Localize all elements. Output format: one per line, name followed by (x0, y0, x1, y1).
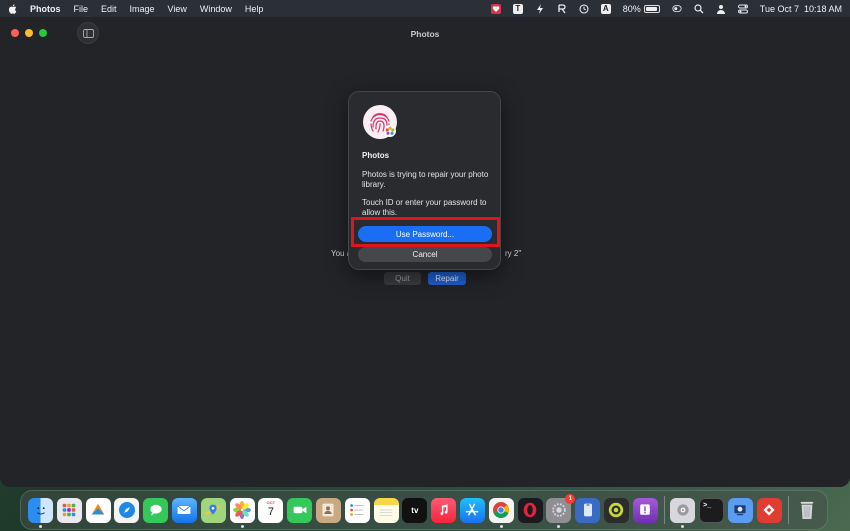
globe-app-icon (609, 502, 624, 518)
dialog-title: Photos (362, 151, 390, 160)
notification-badge: 1 (565, 493, 576, 504)
cancel-button[interactable]: Cancel (358, 247, 492, 262)
menu-app-name[interactable]: Photos (30, 4, 61, 14)
menu-image[interactable]: Image (130, 4, 155, 14)
bolt-app-icon[interactable] (535, 3, 545, 14)
dock-app-store[interactable] (459, 497, 485, 523)
user-icon[interactable] (716, 4, 726, 14)
photos-app-icon (384, 125, 396, 137)
menu-window[interactable]: Window (200, 4, 232, 14)
dialog-instruction: Touch ID or enter your password to allow… (362, 198, 487, 217)
dock-apple-tv[interactable]: tv (402, 497, 428, 523)
facetime-icon (293, 506, 307, 514)
calendar-day: 7 (267, 506, 274, 518)
dock-contacts[interactable] (315, 497, 341, 523)
alert-app-icon (640, 504, 651, 515)
menu-bar: Photos File Edit Image View Window Help … (0, 0, 850, 17)
contacts-icon (322, 503, 335, 517)
safari-icon (118, 502, 135, 518)
menu-help[interactable]: Help (245, 4, 264, 14)
photos-icon (233, 501, 252, 519)
dock-finder[interactable] (28, 497, 53, 528)
dock-notchmeister[interactable] (575, 497, 601, 523)
dock-terminal[interactable]: >_ (699, 497, 725, 523)
dock-separator (663, 496, 665, 524)
gear-icon (552, 503, 566, 517)
dock-migration[interactable] (727, 497, 753, 523)
notes-icon (379, 509, 393, 516)
battery-fill (645, 6, 657, 11)
dock-facetime[interactable] (287, 497, 313, 523)
launchpad-icon (62, 503, 76, 517)
control-center-icon[interactable] (737, 4, 748, 14)
dock-trash[interactable] (794, 498, 819, 523)
menu-extras: T A 80% Tue Oct 7 10:18 AM (490, 3, 842, 14)
menu-clock[interactable]: Tue Oct 7 10:18 AM (760, 4, 842, 14)
apple-icon[interactable] (8, 3, 18, 14)
dock-mail[interactable] (171, 497, 197, 523)
dock-system-settings[interactable]: 1 (546, 493, 576, 528)
use-password-button[interactable]: Use Password... (358, 226, 492, 242)
menu-file[interactable]: File (74, 4, 89, 14)
dock-messages[interactable] (143, 497, 169, 523)
dock: OCT 7 tv 1 >_ (20, 490, 828, 530)
auth-dialog: Photos Photos is trying to repair your p… (348, 91, 501, 270)
dock-app-purple[interactable] (632, 497, 658, 523)
app-store-icon (466, 503, 479, 516)
maps-icon (205, 504, 222, 515)
dock-notes[interactable] (373, 497, 399, 523)
dock-app-red[interactable] (756, 497, 782, 523)
dock-photos[interactable] (229, 497, 255, 528)
opera-icon (523, 502, 537, 518)
quit-button[interactable]: Quit (384, 272, 421, 285)
dock-music[interactable] (431, 497, 457, 523)
calendar-month: OCT (266, 499, 276, 505)
menu-edit[interactable]: Edit (101, 4, 117, 14)
refresh-icon[interactable] (557, 3, 567, 14)
title-bar: Photos (0, 17, 850, 49)
trash-icon (800, 501, 814, 519)
dock-app-green[interactable] (603, 497, 629, 523)
messages-icon (150, 504, 162, 516)
finder-icon (36, 507, 45, 515)
phone-icon (583, 503, 592, 517)
keyboard-input-icon[interactable]: A (600, 3, 611, 14)
repair-button[interactable]: Repair (428, 272, 466, 285)
mail-icon (177, 505, 192, 514)
disk-icon (677, 504, 689, 516)
dock-separator-2 (787, 496, 789, 524)
battery-percent: 80% (622, 3, 641, 14)
search-icon[interactable] (694, 3, 704, 14)
dock-maps[interactable] (200, 497, 226, 523)
dock-affinity[interactable] (85, 497, 111, 523)
reminders-icon (350, 504, 364, 516)
dock-reminders[interactable] (344, 497, 370, 523)
background-message-right: ry 2" (505, 249, 522, 258)
window-title: Photos (410, 29, 440, 39)
dock-opera[interactable] (517, 497, 543, 523)
dock-disk-utility[interactable] (670, 497, 696, 528)
battery-icon (643, 4, 660, 13)
chrome-icon (493, 502, 510, 519)
dock-safari[interactable] (114, 497, 140, 523)
heart-app-icon[interactable] (490, 3, 501, 14)
migration-icon (734, 505, 747, 516)
text-app-icon[interactable]: T (512, 3, 523, 14)
dock-chrome[interactable] (488, 497, 514, 528)
affinity-icon (91, 503, 105, 515)
dock-calendar[interactable]: OCT 7 (258, 497, 284, 523)
diamond-app-icon (763, 504, 775, 516)
dock-launchpad[interactable] (56, 497, 82, 523)
battery-indicator[interactable]: 80% (623, 4, 660, 14)
music-icon (440, 504, 448, 516)
control-icon[interactable] (672, 4, 682, 14)
history-icon[interactable] (579, 3, 589, 14)
dialog-message: Photos is trying to repair your photo li… (362, 170, 489, 189)
menu-view[interactable]: View (168, 4, 187, 14)
